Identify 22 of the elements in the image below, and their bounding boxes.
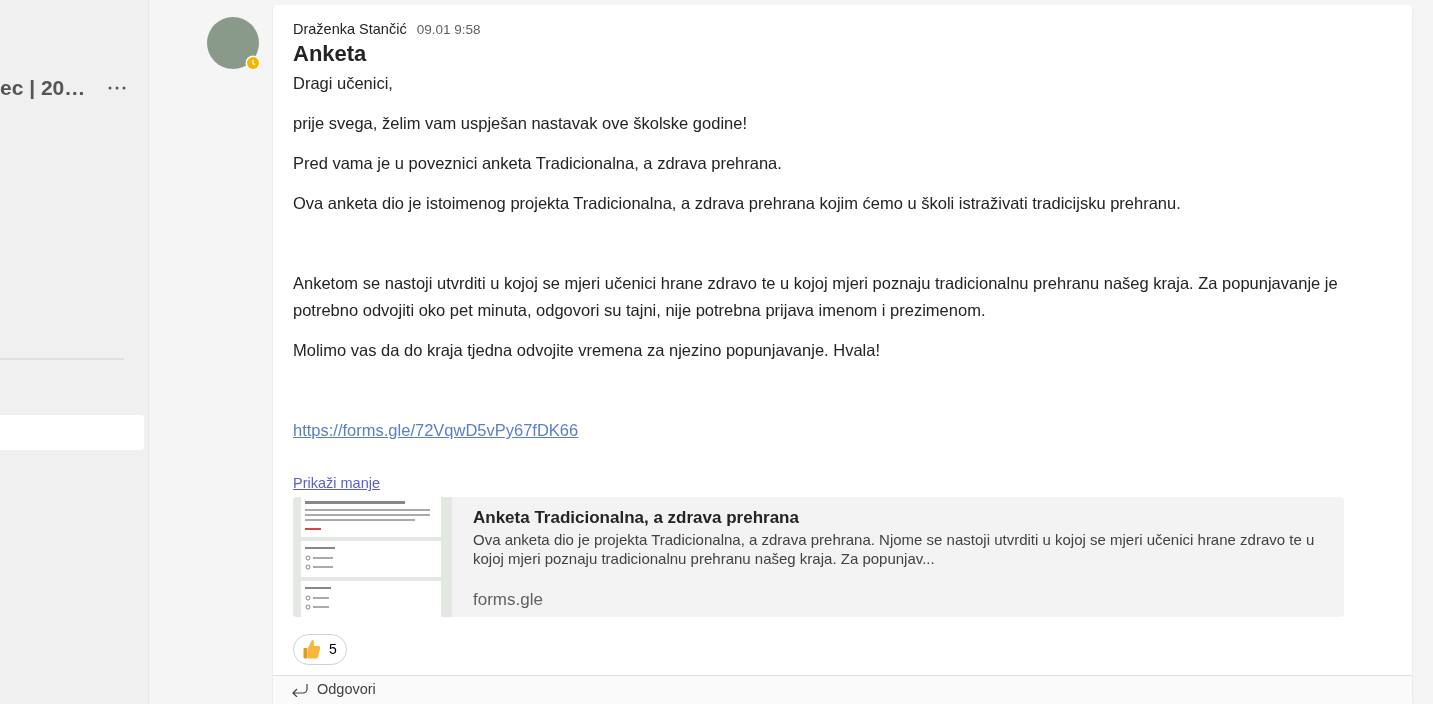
team-title: ec | 20…	[0, 75, 86, 101]
preview-domain: forms.gle	[473, 589, 544, 612]
link-preview-card[interactable]	[293, 496, 1344, 617]
reply-arrow-icon	[291, 683, 309, 698]
paragraph: Pred vama je u poveznici anketa Tradicionalna, a zdrava prehrana.	[293, 153, 783, 175]
thumbs-up-icon	[303, 639, 321, 660]
reply-button[interactable]: Odgovori	[273, 675, 1412, 704]
show-less-link[interactable]: Prikaži manje	[293, 475, 381, 492]
paragraph: Anketom se nastoji utvrditi u kojoj se mjeri učenici hrane zdravo te u kojoj mjeri poznaju tradicionalnu prehranu našeg kraja. Za popunjavanje je potrebno odvojiti oko pet minuta, odgovori su tajni, nije potrebna prijava imenom i prezimenom.	[293, 273, 1339, 322]
author-name: Draženka Stančić	[293, 20, 407, 39]
paragraph: Ova anketa dio je istoimenog projekta Tradicionalna, a zdrava prehrana kojim ćemo u školi istraživati tradicijsku prehranu.	[293, 193, 1182, 215]
post-subject: Anketa	[293, 40, 368, 68]
post-time: 09.01 9:58	[416, 21, 481, 39]
preview-description: Ova anketa dio je projekta Tradicionalna, a zdrava prehrana. Njome se nastoji utvrditi u kojoj se mjeri učenici hrane zdravo te u kojoj mjeri poznaju tradicionalnu prehranu našeg kraja. Za popunjav...	[473, 530, 1316, 569]
paragraph: prije svega, želim vam uspješan nastavak ove školske godine!	[293, 113, 748, 135]
avatar[interactable]	[207, 17, 259, 69]
paragraph: Molimo vas da do kraja tjedna odvojite vremena za njezino popunjavanje. Hvala!	[293, 340, 881, 362]
more-options-icon[interactable]	[108, 85, 126, 90]
paragraph: Dragi učenici,	[293, 73, 394, 95]
link[interactable]: https://forms.gle/72VqwD5vPy67fDK66	[293, 421, 579, 440]
preview-title: Anketa Tradicionalna, a zdrava prehrana	[473, 506, 800, 529]
reaction-button[interactable]: 5	[293, 633, 347, 665]
